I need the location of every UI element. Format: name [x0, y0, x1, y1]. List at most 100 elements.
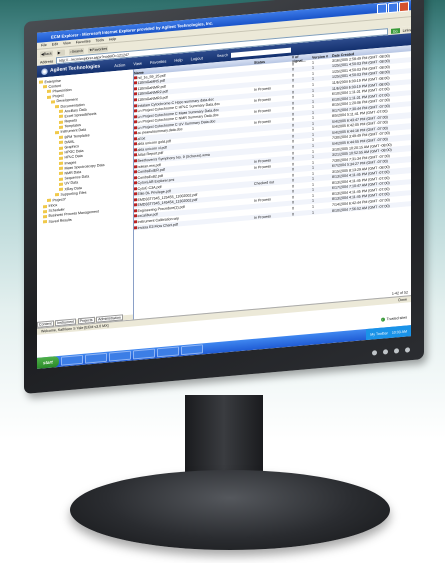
go-button[interactable]: Go — [390, 28, 400, 34]
app-search-label: Search — [216, 53, 229, 59]
menu-file[interactable]: File — [41, 43, 47, 48]
favorites-menu[interactable]: Favorites — [150, 58, 166, 64]
menu-view[interactable]: View — [63, 41, 71, 46]
folder-icon — [55, 193, 59, 197]
taskbar: start My Toolbar 10:03 AM — [37, 325, 411, 369]
folder-icon — [59, 146, 63, 150]
document-icon — [134, 103, 137, 107]
folder-icon — [59, 125, 63, 129]
folder-icon — [47, 95, 51, 99]
document-icon — [134, 136, 137, 141]
folder-icon — [59, 161, 63, 166]
monitor-bezel: ECM Explorer - Microsoft Internet Explor… — [24, 0, 424, 394]
folder-icon — [59, 151, 63, 155]
links-label[interactable]: Links — [403, 28, 411, 33]
document-icon — [134, 125, 137, 130]
tree-node-label: Inbox — [48, 203, 58, 208]
search-label: Search — [71, 48, 84, 54]
document-icon — [134, 209, 137, 213]
taskbar-item-4[interactable] — [132, 348, 155, 360]
taskbar-item-3[interactable] — [108, 350, 131, 362]
folder-icon — [59, 135, 63, 140]
grid-rows: hd_1e_59_25.pdf 0 1 3/16/2005 2:58:49 PM (G… — [134, 51, 411, 231]
cell-status: In Process — [254, 213, 271, 220]
document-icon — [134, 186, 137, 191]
action-menu[interactable]: Action — [114, 62, 125, 68]
help-menu[interactable]: Help — [174, 57, 182, 63]
document-icon — [134, 170, 137, 174]
grid-count: 1-42 of 52 — [391, 290, 408, 296]
monitor-button-2[interactable] — [383, 349, 388, 355]
folder-icon — [59, 114, 63, 119]
taskbar-item-6[interactable] — [180, 344, 203, 356]
screen: ECM Explorer - Microsoft Internet Explor… — [37, 0, 411, 369]
navigation-tree: Enterprise Content Pharsorition Project Deve… — [37, 69, 134, 329]
close-button[interactable] — [399, 1, 409, 13]
document-icon — [134, 225, 137, 229]
document-icon — [134, 164, 137, 168]
document-icon — [134, 148, 137, 152]
start-button[interactable]: start — [37, 355, 59, 369]
check-icon: ✓ — [380, 317, 385, 322]
maximize-button[interactable] — [388, 2, 398, 14]
folder-icon — [47, 199, 51, 203]
document-grid: Name Status # of signat... Version # Dat… — [134, 45, 411, 319]
folder-icon — [59, 140, 63, 145]
document-icon — [134, 120, 137, 124]
menu-edit[interactable]: Edit — [52, 42, 58, 47]
document-icon — [134, 87, 137, 91]
my-toolbar-label[interactable]: My Toolbar — [370, 331, 388, 337]
document-icon — [134, 214, 137, 218]
system-tray: My Toolbar 10:03 AM — [366, 325, 411, 341]
forward-button[interactable]: ▶ — [56, 48, 65, 56]
cell-name-text: af.txt — [137, 136, 146, 141]
document-icon — [134, 181, 137, 185]
monitor-button-3[interactable] — [394, 348, 399, 354]
agilent-spark-icon — [41, 67, 48, 76]
menu-help[interactable]: Help — [109, 37, 116, 42]
folder-icon — [51, 100, 55, 104]
view-menu[interactable]: View — [133, 60, 142, 66]
taskbar-item-2[interactable] — [84, 352, 107, 364]
document-icon — [134, 109, 137, 113]
monitor-button-1[interactable] — [372, 350, 377, 356]
done-text: Done — [398, 297, 407, 303]
document-icon — [134, 92, 137, 96]
document-icon — [134, 131, 137, 135]
cell-version: 1 — [312, 210, 314, 215]
minimize-button[interactable] — [377, 3, 387, 15]
menu-tools[interactable]: Tools — [96, 38, 104, 43]
document-icon — [134, 220, 137, 224]
power-button[interactable] — [405, 347, 410, 353]
logout-link[interactable]: Logout — [191, 55, 203, 61]
document-icon — [134, 159, 137, 163]
folder-icon — [43, 220, 47, 224]
folder-icon — [59, 156, 63, 160]
folder-icon — [59, 182, 63, 186]
document-icon — [134, 203, 137, 207]
search-button[interactable]: ⌕ Search — [68, 47, 85, 55]
folder-icon — [39, 80, 43, 84]
address-label: Address — [40, 58, 54, 65]
folder-icon — [47, 90, 51, 94]
trusted-sites-label: Trusted sites — [386, 315, 407, 322]
back-button[interactable]: ◀ Back — [40, 49, 53, 58]
tree-node-label: Saved Results — [48, 217, 72, 224]
folder-icon — [43, 209, 47, 214]
document-icon — [134, 192, 137, 196]
document-icon — [134, 142, 137, 146]
document-icon — [134, 75, 137, 80]
folder-icon — [43, 85, 47, 89]
taskbar-item-5[interactable] — [156, 346, 179, 358]
clock: 10:03 AM — [391, 328, 407, 335]
document-icon — [134, 98, 137, 102]
back-label: Back — [43, 51, 52, 56]
folder-icon — [55, 130, 59, 135]
forward-icon: ▶ — [57, 50, 61, 55]
folder-icon — [59, 109, 63, 114]
taskbar-item-1[interactable] — [60, 354, 83, 366]
favorites-button[interactable]: ★ Favorites — [88, 45, 109, 53]
document-icon — [134, 153, 137, 157]
document-icon — [134, 197, 137, 202]
trusted-zone: ✓ Trusted sites — [380, 315, 407, 322]
